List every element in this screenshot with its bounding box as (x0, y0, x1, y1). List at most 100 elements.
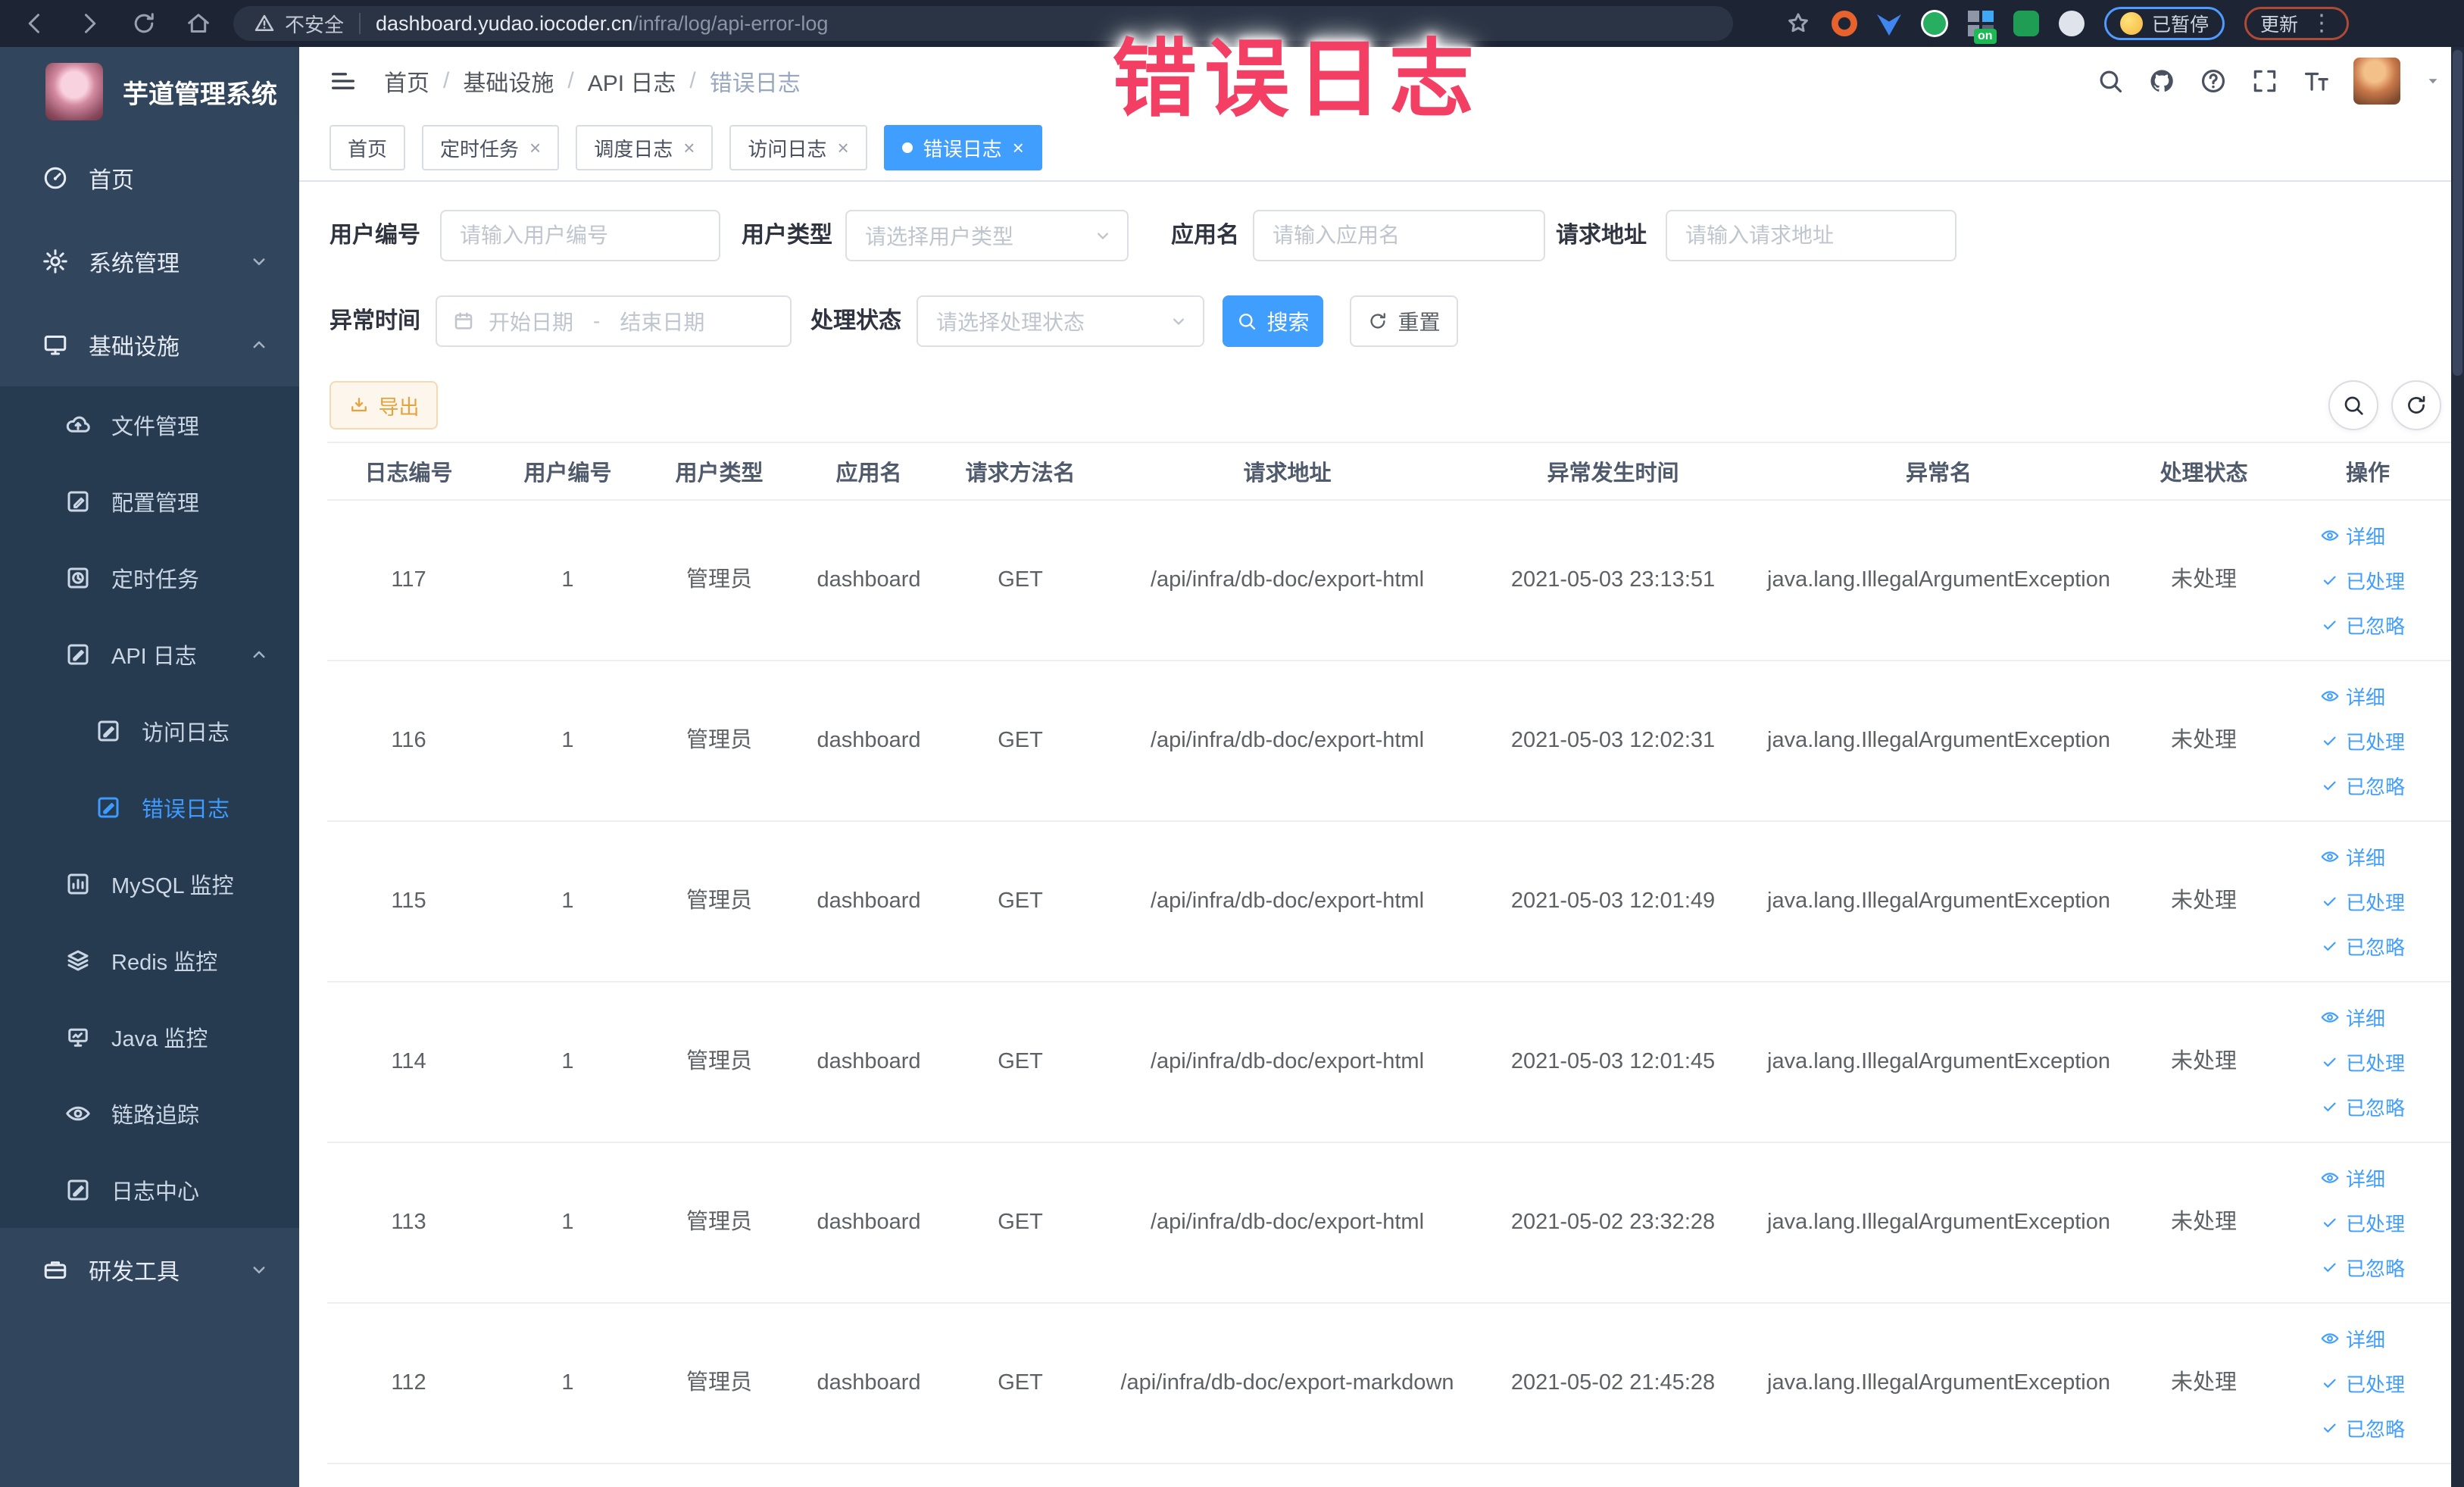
help-icon[interactable] (2199, 67, 2228, 95)
action-ignored-link[interactable]: 已忽略 (2320, 932, 2458, 961)
browser-back-icon[interactable] (21, 10, 48, 37)
not-secure-label: 不安全 (285, 13, 345, 36)
extension-puzzle-icon[interactable] (2013, 11, 2039, 36)
task-icon (64, 564, 92, 592)
reset-button[interactable]: 重置 (1350, 295, 1458, 347)
action-detail-link[interactable]: 详细 (2320, 843, 2458, 871)
address-bar[interactable]: 不安全 dashboard.yudao.iocoder.cn/infra/log… (233, 6, 1733, 41)
export-button[interactable]: 导出 (329, 381, 438, 430)
search-button[interactable]: 搜索 (1223, 295, 1323, 347)
sidebar-item-config[interactable]: 配置管理 (0, 463, 299, 539)
cell-app: dashboard (817, 1370, 921, 1395)
sidebar-item-access-log[interactable]: 访问日志 (0, 692, 299, 769)
action-detail-link[interactable]: 详细 (2320, 522, 2458, 550)
action-processed-link[interactable]: 已处理 (2320, 1209, 2458, 1237)
sidebar-item-error-log[interactable]: 错误日志 (0, 769, 299, 845)
browser-home-icon[interactable] (185, 10, 212, 37)
user-id-input[interactable] (440, 210, 720, 261)
sidebar-item-label: 访问日志 (142, 720, 230, 745)
user-menu-caret-icon[interactable] (2423, 71, 2443, 91)
action-processed-link[interactable]: 已处理 (2320, 888, 2458, 916)
column-header: 操作 (2345, 461, 2390, 486)
sidebar-item-tracer[interactable]: 链路追踪 (0, 1075, 299, 1151)
cell-method: GET (998, 1210, 1043, 1235)
sidebar-item-infra[interactable]: 基础设施 (0, 303, 299, 386)
extension-grid-icon[interactable]: on (1968, 11, 1997, 44)
extension-orange-icon[interactable] (1832, 11, 1857, 36)
browser-reload-icon[interactable] (130, 10, 158, 37)
close-tab-icon[interactable]: × (683, 138, 695, 158)
action-ignored-link[interactable]: 已忽略 (2320, 772, 2458, 800)
start-date-placeholder[interactable]: 开始日期 (489, 306, 573, 336)
end-date-placeholder[interactable]: 结束日期 (620, 306, 704, 336)
toggle-search-button[interactable] (2328, 380, 2378, 430)
sidebar-item-api-log[interactable]: API 日志 (0, 616, 299, 692)
breadcrumb-item[interactable]: API 日志 (588, 64, 676, 98)
paused-badge[interactable]: 已暂停 (2104, 7, 2225, 40)
sidebar-item-redis[interactable]: Redis 监控 (0, 922, 299, 998)
extensions-menu-icon[interactable] (2059, 11, 2085, 36)
sidebar-item-dev-tool[interactable]: 研发工具 (0, 1228, 299, 1311)
breadcrumb-item[interactable]: 基础设施 (463, 64, 554, 98)
action-detail-link[interactable]: 详细 (2320, 683, 2458, 711)
sidebar-item-job[interactable]: 定时任务 (0, 539, 299, 616)
browser-menu-icon[interactable]: ⋮ (2310, 12, 2333, 35)
user-type-select[interactable]: 请选择用户类型 (845, 210, 1129, 261)
sidebar-item-log-center[interactable]: 日志中心 (0, 1151, 299, 1228)
column-header: 用户类型 (675, 461, 764, 486)
tab-label: 首页 (348, 137, 388, 161)
action-ignored-link[interactable]: 已忽略 (2320, 611, 2458, 639)
tab-access-log[interactable]: 访问日志 × (729, 125, 867, 170)
github-icon[interactable] (2147, 67, 2176, 95)
breadcrumb-item[interactable]: 首页 (384, 64, 429, 98)
request-url-field[interactable] (1667, 223, 1955, 248)
row-actions: 详细 已处理 已忽略 (2278, 1164, 2458, 1282)
action-detail-link[interactable]: 详细 (2320, 1004, 2458, 1032)
action-processed-link[interactable]: 已处理 (2320, 1370, 2458, 1398)
action-processed-link[interactable]: 已处理 (2320, 727, 2458, 755)
close-tab-icon[interactable]: × (1013, 138, 1024, 158)
browser-forward-icon[interactable] (76, 10, 103, 37)
collapse-sidebar-icon[interactable] (328, 66, 358, 96)
close-tab-icon[interactable]: × (837, 138, 848, 158)
extension-green-check-icon[interactable] (1921, 10, 1948, 37)
action-detail-link[interactable]: 详细 (2320, 1325, 2458, 1353)
extension-blue-icon[interactable] (1877, 14, 1901, 36)
update-button[interactable]: 更新 ⋮ (2244, 7, 2350, 40)
sidebar-item-java[interactable]: Java 监控 (0, 998, 299, 1075)
page-scrollbar[interactable] (2451, 47, 2464, 1487)
sidebar-item-file[interactable]: 文件管理 (0, 386, 299, 463)
request-url-input[interactable] (1666, 210, 1957, 261)
date-range-picker[interactable]: 开始日期 - 结束日期 (436, 295, 792, 347)
cell-user_id: 1 (561, 1210, 574, 1235)
action-detail-link[interactable]: 详细 (2320, 1164, 2458, 1192)
action-processed-link[interactable]: 已处理 (2320, 1048, 2458, 1076)
sidebar-item-system[interactable]: 系统管理 (0, 220, 299, 303)
tab-error-log[interactable]: 错误日志 × (883, 125, 1042, 170)
sidebar-item-home[interactable]: 首页 (0, 136, 299, 220)
app-logo[interactable]: 芋道管理系统 (0, 47, 299, 136)
table-row: 115 1 管理员 dashboard GET/api/infra/db-doc/exp… (327, 822, 2458, 982)
app-name-input[interactable] (1253, 210, 1545, 261)
action-ignored-link[interactable]: 已忽略 (2320, 1093, 2458, 1121)
fullscreen-icon[interactable] (2250, 67, 2279, 95)
app-name-field[interactable] (1254, 223, 1544, 248)
tab-job[interactable]: 定时任务 × (422, 125, 560, 170)
search-icon[interactable] (2096, 67, 2125, 95)
user-id-field[interactable] (442, 223, 719, 248)
font-size-icon[interactable] (2302, 67, 2331, 95)
cell-user_id: 1 (561, 728, 574, 753)
refresh-table-button[interactable] (2391, 380, 2441, 430)
sidebar-item-mysql[interactable]: MySQL 监控 (0, 845, 299, 922)
scrollbar-thumb[interactable] (2453, 50, 2462, 376)
user-avatar[interactable] (2353, 58, 2400, 105)
action-ignored-link[interactable]: 已忽略 (2320, 1254, 2458, 1282)
process-status-select[interactable]: 请选择处理状态 (917, 295, 1204, 347)
action-processed-link[interactable]: 已处理 (2320, 567, 2458, 595)
close-tab-icon[interactable]: × (529, 138, 541, 158)
action-ignored-link[interactable]: 已忽略 (2320, 1414, 2458, 1442)
tab-job-log[interactable]: 调度日志 × (576, 125, 714, 170)
tab-home[interactable]: 首页 (329, 125, 406, 170)
cell-time: 2021-05-03 12:01:49 (1510, 889, 1716, 914)
bookmark-star-icon[interactable] (1785, 10, 1812, 37)
